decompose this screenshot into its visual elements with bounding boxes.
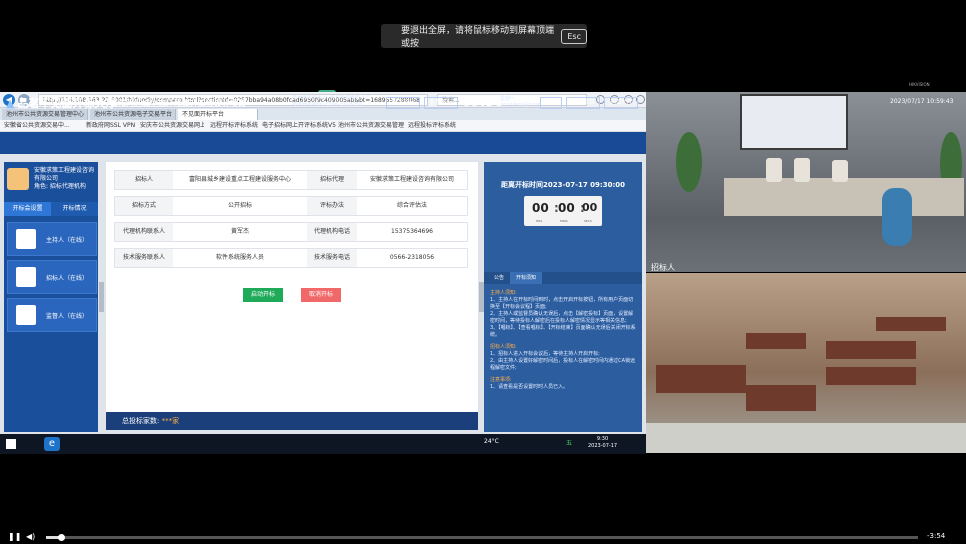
esc-key-badge: Esc [561, 28, 587, 44]
date-display: 星期一 2023年07月17日 [500, 96, 541, 109]
role-host[interactable]: 主持人（在线） [7, 222, 97, 256]
camera-label: 招标人 [651, 263, 675, 272]
org-avatar [7, 168, 29, 190]
view-open-button[interactable]: 查看开标 [424, 97, 459, 109]
info-row: 招标方式 公开招标 评标办法 综合评估法 [114, 196, 468, 216]
favorite-5[interactable]: 电子招标网上开评标系统V5 [262, 120, 336, 132]
tech-contact: 技术服务联系人: 软件系统服务人员 技术服务电话: 0566-2318056 [292, 95, 371, 108]
host-avatar-icon [16, 229, 36, 249]
online-projects-button[interactable]: 在线项目 [566, 97, 601, 109]
fullscreen-hint: 要退出全屏，请将鼠标移动到屏幕顶端或按 Esc [381, 24, 587, 49]
first-open-button[interactable]: 首次开标 [386, 97, 421, 109]
remaining-time: -3:54 [927, 532, 946, 540]
camera-timestamp: 2023/07/17 10:59:43 [890, 98, 954, 105]
role-tenderer[interactable]: 招标人（在线） [7, 260, 97, 294]
countdown-timer: 00 : 00 : 00 HRS MINS SECS [524, 196, 602, 226]
tab-meeting-settings[interactable]: 开标会设置 [4, 202, 51, 216]
favorite-6[interactable]: 池州市公共资源交易管理... [338, 120, 404, 132]
tray-clock: 9:30 2023-07-17 [588, 436, 618, 449]
camera-feed-bottom [646, 273, 966, 453]
fullscreen-hint-text: 要退出全屏，请将鼠标移动到屏幕顶端或按 [401, 26, 555, 49]
info-row: 招标人 富阳县城乡建设重点工程建设服务中心 招标代理 安徽求策工程建设咨询有限公… [114, 170, 468, 190]
info-row: 代理机构联系人 黄军杰 代理机构电话 15375364696 [114, 222, 468, 242]
collapse-left-handle[interactable] [99, 282, 104, 312]
volume-icon[interactable]: ◀) [26, 532, 35, 541]
tab-instructions[interactable]: 开标须知 [510, 272, 543, 284]
windows-taskbar: e 24°C 五 9:30 2023-07-17 [0, 434, 646, 454]
favorites-bar: 安徽省公共资源交易中... 新政府网SSL VPN 安庆市公共资源交易网上...… [0, 120, 646, 132]
ie-browser-icon[interactable]: e [44, 437, 60, 451]
start-opening-button[interactable]: 启动开标 [243, 288, 283, 302]
windows-start-icon[interactable] [6, 439, 16, 449]
cancel-opening-button[interactable]: 取消开标 [301, 288, 341, 302]
favorite-3[interactable]: 安庆市公共资源交易网上... [140, 120, 204, 132]
favorite-4[interactable]: 远程开标评标系统 [210, 120, 258, 132]
favorite-1[interactable]: 安徽省公共资源交易中... [4, 120, 84, 132]
supervisor-avatar-icon [16, 305, 36, 325]
tab-3[interactable]: 不见面开标平台 [178, 109, 258, 120]
open-time: 距离开标时间2023-07-17 09:30:00 [500, 181, 626, 189]
notice-tabs: 公告 开标须知 [484, 272, 642, 284]
weather: 24°C [484, 438, 499, 445]
favorite-7[interactable]: 远程投标评标系统 [408, 120, 474, 132]
tenderer-avatar-icon [16, 267, 36, 287]
camera-brand: HIKVISION [909, 82, 930, 87]
bidder-count-value: ***家 [161, 417, 180, 425]
pause-icon[interactable]: ❚❚ [8, 532, 21, 541]
bidder-count-label: 总投标家数: [122, 417, 160, 425]
ime-indicator[interactable]: 五 [566, 438, 572, 447]
clock-seconds: 02 [491, 98, 498, 104]
tab-open-status[interactable]: 开标情况 [51, 202, 98, 216]
tab-announcement[interactable]: 公告 [488, 272, 510, 284]
progress-knob[interactable] [58, 534, 65, 541]
return-hall-button[interactable]: 返回大厅 [604, 97, 639, 109]
bidder-count-bar: 总投标家数: ***家 [106, 412, 478, 430]
app-logo: ▲ 品茗不见面开标大厅 [6, 97, 117, 110]
app-header [0, 132, 646, 154]
org-info: 安徽求策工程建设咨询有限公司 角色: 招标代理机构 [34, 167, 95, 190]
progress-track[interactable] [46, 536, 918, 539]
shared-screen: ◀ ▶ http://114.108.163.22:8001/biduodiy/… [0, 92, 646, 454]
info-row: 技术服务联系人 软件系统服务人员 技术服务电话 0566-2318056 [114, 248, 468, 268]
project-title: 富阳河区城生态环境提升工程设计项目 [110, 99, 246, 108]
favorite-2[interactable]: 新政府网SSL VPN [86, 120, 138, 132]
instructions-text: 主持人须知: 1、主持人在开标时间到时，点击开启开标按钮，所有用户页面切换至【开… [490, 290, 636, 390]
settings-button[interactable]: 设置 [540, 97, 563, 109]
role-supervisor[interactable]: 监督人（在线） [7, 298, 97, 332]
projector-screen [740, 94, 848, 150]
